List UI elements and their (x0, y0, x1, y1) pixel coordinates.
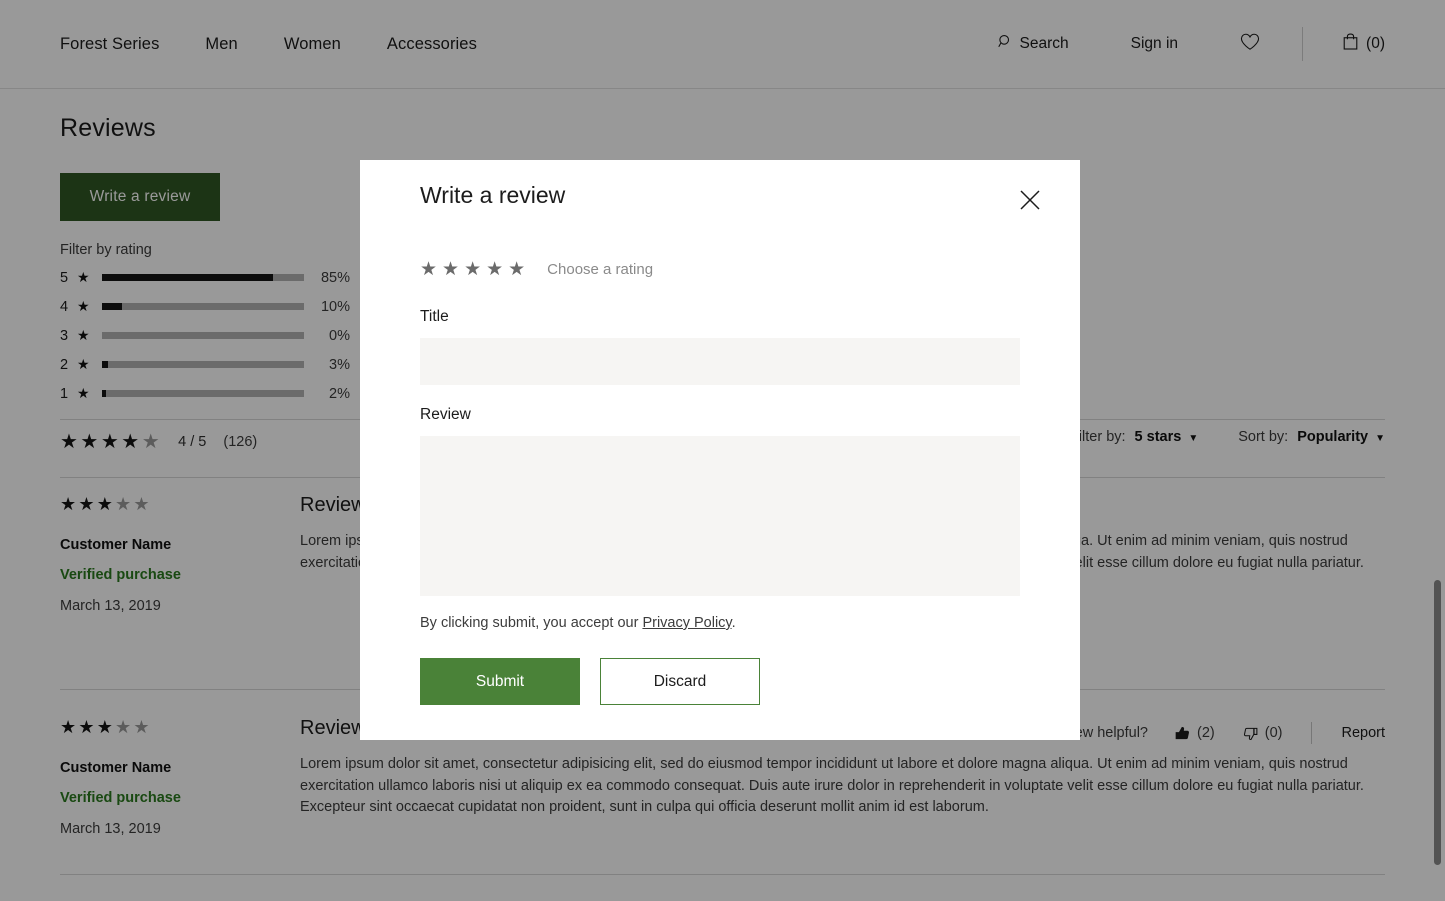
close-icon[interactable] (1013, 183, 1047, 217)
review-textarea[interactable] (420, 436, 1020, 596)
rating-picker: ★★★★★ Choose a rating (420, 258, 653, 281)
app-root: Forest Series Men Women Accessories Sear… (0, 0, 1445, 901)
legal-suffix: . (732, 615, 736, 631)
write-review-modal: Write a review ★★★★★ Choose a rating Tit… (360, 160, 1080, 740)
title-input[interactable] (420, 338, 1020, 385)
privacy-policy-link[interactable]: Privacy Policy (642, 615, 731, 631)
modal-title: Write a review (420, 182, 565, 209)
choose-rating-label: Choose a rating (547, 261, 653, 278)
title-field-label: Title (420, 308, 449, 326)
legal-text: By clicking submit, you accept our Priva… (420, 615, 736, 631)
review-field-label: Review (420, 406, 471, 424)
rating-stars[interactable]: ★★★★★ (420, 258, 530, 281)
legal-prefix: By clicking submit, you accept our (420, 615, 642, 631)
submit-button[interactable]: Submit (420, 658, 580, 705)
discard-button[interactable]: Discard (600, 658, 760, 705)
